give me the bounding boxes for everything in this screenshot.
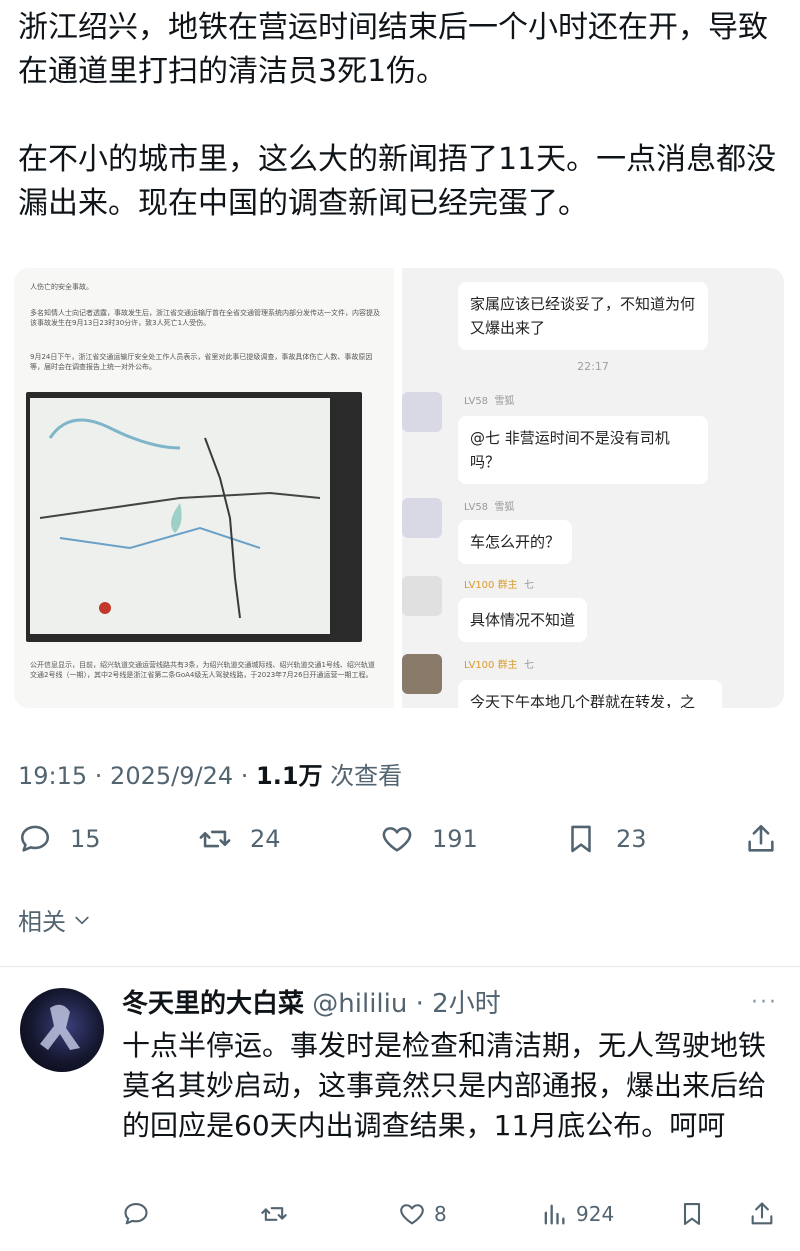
reply-views-button[interactable]: 924: [540, 1200, 614, 1228]
reply-icon: [20, 825, 50, 852]
reply-text: 十点半停运。事发时是检查和清洁期，无人驾驶地铁莫名其妙启动，这事竟然只是内部通报…: [122, 1029, 767, 1142]
tweet-meta: 19:15 · 2025/9/24 · 1.1万 次查看: [18, 756, 402, 791]
chat-message-4: 具体情况不知道: [458, 598, 588, 642]
attached-image-news-doc[interactable]: 人伤亡的安全事故。 多名知情人士向记者透露，事故发生后，浙江省交通运输厅曾在全省…: [14, 268, 394, 708]
tweet-views-count: 1.1万: [256, 762, 323, 790]
views-icon: [544, 1204, 565, 1225]
doc-line-4: 公开信息显示，目前，绍兴轨道交通运营线路共有3条，为绍兴轨道交通城际线、绍兴轨道…: [30, 661, 375, 679]
tweet-paragraph-1: 浙江绍兴，地铁在营运时间结束后一个小时还在开，导致在通道里打扫的清洁员3死1伤。: [18, 10, 768, 89]
reply-like-count: 8: [434, 1202, 447, 1226]
chat-avatar: [402, 576, 442, 616]
reply-actions: 8 924: [122, 1200, 782, 1240]
bookmark-button[interactable]: 23: [564, 822, 647, 856]
share-icon: [748, 824, 774, 852]
chevron-down-icon: [75, 916, 89, 924]
user-level: LV100 群主: [464, 580, 518, 591]
related-toggle[interactable]: 相关: [18, 902, 92, 937]
user-name: 七: [523, 660, 534, 671]
like-count: 191: [432, 825, 478, 853]
doc-line-1: 人伤亡的安全事故。: [30, 283, 93, 291]
user-name: 七: [523, 580, 534, 591]
bookmark-icon: [683, 1203, 701, 1225]
tweet-text: 浙江绍兴，地铁在营运时间结束后一个小时还在开，导致在通道里打扫的清洁员3死1伤。…: [18, 6, 788, 226]
chat-time: 22:17: [577, 360, 609, 373]
bookmark-count: 23: [616, 825, 647, 853]
doc-line-3: 9月24日下午，浙江省交通运输厅安全处工作人员表示，省里对此事已提级调查，事故具…: [30, 353, 373, 371]
retweet-button[interactable]: 24: [198, 822, 281, 856]
like-button[interactable]: 191: [380, 822, 478, 856]
more-options-icon[interactable]: ···: [751, 990, 778, 1015]
reply-views-count: 924: [576, 1202, 615, 1226]
reply-count: 15: [70, 825, 101, 853]
attached-image-chat[interactable]: 家属应该已经谈妥了，不知道为何又爆出来了 22:17 LV58 雪狐 @七 非营…: [402, 268, 784, 708]
chat-user-3: LV100 群主 七: [464, 576, 534, 591]
metro-map-board: [30, 398, 330, 634]
tweet-actions: 15 24 191 23: [18, 822, 782, 866]
metro-map-lines: [39, 418, 321, 619]
chat-message-2: @七 非营运时间不是没有司机吗？: [458, 416, 708, 484]
retweet-count: 24: [250, 825, 281, 853]
user-level: LV58: [464, 502, 489, 513]
chat-message-1: 家属应该已经谈妥了，不知道为何又爆出来了: [458, 282, 708, 350]
chat-avatar: [402, 654, 442, 694]
heart-icon: [400, 1204, 424, 1225]
chat-message-3: 车怎么开的？: [458, 520, 573, 564]
bookmark-icon: [571, 825, 591, 853]
user-name: 雪狐: [494, 396, 515, 407]
reply-author-name[interactable]: 冬天里的大白菜: [122, 989, 304, 1019]
reply-like-button[interactable]: 8: [398, 1200, 447, 1228]
tweet-time: 19:15 · 2025/9/24 ·: [18, 762, 256, 790]
reply-retweet-button[interactable]: [260, 1200, 288, 1228]
divider: [0, 966, 800, 967]
reply-icon: [124, 1203, 148, 1225]
chat-user-4: LV100 群主 七: [464, 656, 534, 671]
chat-user-1: LV58 雪狐: [464, 392, 514, 407]
user-name: 雪狐: [494, 502, 515, 513]
reply-bookmark-button[interactable]: [678, 1200, 706, 1228]
chat-user-2: LV58 雪狐: [464, 498, 514, 513]
reply-button[interactable]: 15: [18, 822, 101, 856]
tweet-paragraph-2: 在不小的城市里，这么大的新闻捂了11天。一点消息都没漏出来。现在中国的调查新闻已…: [18, 142, 777, 221]
retweet-icon: [199, 830, 231, 848]
tweet-views-label: 次查看: [322, 762, 403, 790]
doc-line-2: 多名知情人士向记者透露，事故发生后，浙江省交通运输厅曾在全省交通管理系统内部分发…: [30, 309, 380, 327]
retweet-icon: [261, 1207, 287, 1221]
reply-reply-button[interactable]: [122, 1200, 150, 1228]
reply-share-button[interactable]: [748, 1200, 776, 1228]
chat-message-5: 今天下午本地几个群就在转发，之: [458, 680, 722, 708]
user-level: LV58: [464, 396, 489, 407]
chat-avatar: [402, 498, 442, 538]
share-button[interactable]: [744, 822, 778, 856]
heart-icon: [382, 827, 412, 852]
related-label: 相关: [18, 908, 66, 936]
metro-map-photo: [26, 392, 362, 642]
share-icon: [751, 1202, 773, 1225]
avatar-figure: [40, 1004, 80, 1050]
user-level: LV100 群主: [464, 660, 518, 671]
reply-header: 冬天里的大白菜 @hililiu · 2小时: [122, 984, 501, 1024]
chat-avatar: [402, 392, 442, 432]
avatar[interactable]: [20, 988, 104, 1072]
reply-author-handle[interactable]: @hililiu · 2小时: [304, 989, 500, 1019]
